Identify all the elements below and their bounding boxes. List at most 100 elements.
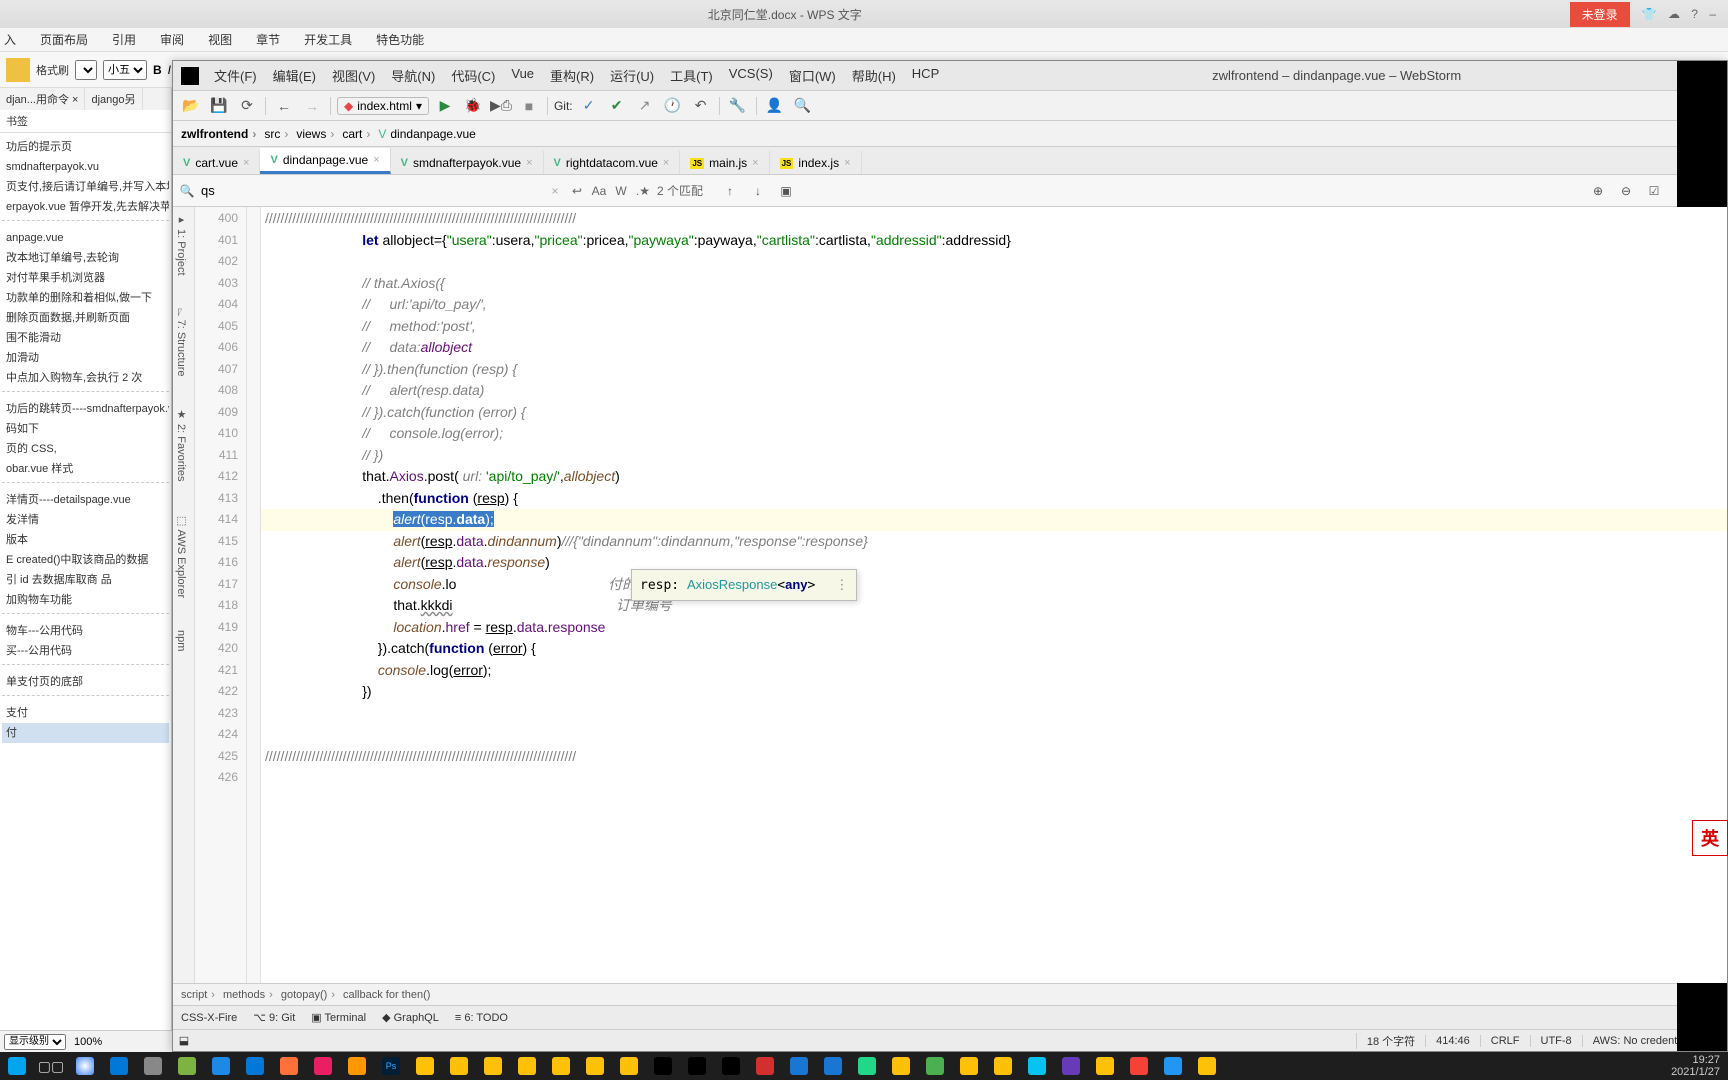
terminal-icon[interactable] — [646, 1052, 680, 1080]
code-crumb-item[interactable]: methods — [223, 989, 277, 1001]
code-crumb-item[interactable]: script — [181, 989, 219, 1001]
code-editor[interactable]: ////////////////////////////////////////… — [261, 207, 1727, 983]
font-size-select[interactable]: 小五 — [103, 60, 147, 80]
menu-dash-icon[interactable]: – — [1705, 7, 1720, 21]
wps-menu-item[interactable]: 特色功能 — [376, 31, 424, 48]
pycharm-icon[interactable] — [850, 1052, 884, 1080]
tab-close-icon[interactable]: × — [526, 157, 532, 169]
tab-close-icon[interactable]: × — [752, 157, 758, 169]
select-occurrences-icon[interactable]: ☑ — [1643, 180, 1665, 202]
forward-icon[interactable]: → — [300, 94, 324, 118]
outline-item[interactable]: 围不能滑动 — [2, 328, 169, 348]
editor-tab[interactable]: Vdindanpage.vue× — [260, 148, 390, 174]
favorites-tool-button[interactable]: ★ 2: Favorites — [173, 402, 190, 488]
coverage-icon[interactable]: ▶⎙ — [489, 94, 513, 118]
regex-icon[interactable]: .★ — [635, 184, 651, 198]
status-caret-pos[interactable]: 414:46 — [1425, 1035, 1480, 1047]
ws-menu-item[interactable]: HCP — [905, 66, 946, 85]
outline-item[interactable]: 删除页面数据,并刷新页面 — [2, 308, 169, 328]
avatar-icon[interactable]: 👤 — [763, 94, 787, 118]
wps-menu-item[interactable]: 入 — [4, 31, 16, 48]
folder-icon[interactable] — [986, 1052, 1020, 1080]
outline-item[interactable]: 功后的跳转页----smdnafterpayok.vue — [2, 399, 169, 419]
app-icon[interactable] — [340, 1052, 374, 1080]
ws-menu-item[interactable]: VCS(S) — [722, 66, 780, 85]
chrome-icon[interactable] — [68, 1052, 102, 1080]
tab-close-icon[interactable]: × — [373, 154, 379, 166]
save-icon[interactable]: 💾 — [207, 94, 231, 118]
outline-item[interactable]: 物车---公用代码 — [2, 621, 169, 641]
task-view-icon[interactable]: ▢▢ — [34, 1052, 68, 1080]
wps-login-button[interactable]: 未登录 — [1570, 2, 1630, 27]
folder-icon[interactable] — [578, 1052, 612, 1080]
outline-item[interactable]: 发洋情 — [2, 510, 169, 530]
bottom-tab[interactable]: ≡ 6: TODO — [455, 1012, 508, 1024]
folder-icon[interactable] — [544, 1052, 578, 1080]
outline-item[interactable]: 洋情页----detailspage.vue — [2, 490, 169, 510]
open-icon[interactable]: 📂 — [179, 94, 203, 118]
editor-tab[interactable]: Vcart.vue× — [173, 151, 260, 174]
project-tool-button[interactable]: ▸ 1: Project — [173, 207, 190, 282]
outline-item[interactable]: 支付 — [2, 703, 169, 723]
ws-menu-item[interactable]: 重构(R) — [543, 66, 601, 85]
folder-icon[interactable] — [408, 1052, 442, 1080]
wps-doc-tab[interactable]: django另 — [85, 88, 142, 110]
history-icon[interactable]: ↩ — [569, 184, 585, 198]
remove-selection-icon[interactable]: ⊖ — [1615, 180, 1637, 202]
outline-item[interactable]: 单支付页的底部 — [2, 672, 169, 692]
outline-item[interactable]: 买---公用代码 — [2, 641, 169, 661]
wps-menu-item[interactable]: 引用 — [112, 31, 136, 48]
wps-doc-tab[interactable]: djan...用命令 × — [0, 88, 85, 110]
outline-item[interactable]: 页支付,接后请订单编号,并写入本地 — [2, 177, 169, 197]
outline-item[interactable]: erpayok.vue 暂停开发,先去解决苹果浏览 — [2, 197, 169, 217]
back-icon[interactable]: ← — [272, 94, 296, 118]
tab-close-icon[interactable]: × — [243, 157, 249, 169]
ws-menu-item[interactable]: 工具(T) — [663, 66, 720, 85]
bold-button[interactable]: B — [153, 63, 162, 77]
npm-tool-button[interactable]: npm — [173, 624, 189, 657]
status-encoding[interactable]: UTF-8 — [1530, 1035, 1582, 1047]
git-update-icon[interactable]: ✓ — [577, 94, 601, 118]
ws-menu-item[interactable]: 视图(V) — [325, 66, 382, 85]
settings-icon[interactable]: 🔧 — [726, 94, 750, 118]
photoshop-icon[interactable]: Ps — [374, 1052, 408, 1080]
crumb-item[interactable]: zwlfrontend — [181, 127, 260, 141]
ws-menu-item[interactable]: Vue — [504, 66, 541, 85]
debug-icon[interactable]: 🐞 — [461, 94, 485, 118]
italic-button[interactable]: I — [168, 63, 171, 77]
app-icon[interactable] — [816, 1052, 850, 1080]
outline-item[interactable]: 对付苹果手机浏览器 — [2, 268, 169, 288]
app-icon[interactable] — [1156, 1052, 1190, 1080]
select-all-icon[interactable]: ▣ — [775, 180, 797, 202]
refresh-icon[interactable]: ⟳ — [235, 94, 259, 118]
git-push-icon[interactable]: ↗ — [633, 94, 657, 118]
app-icon[interactable] — [1054, 1052, 1088, 1080]
app-icon[interactable] — [136, 1052, 170, 1080]
app-icon[interactable] — [748, 1052, 782, 1080]
wps-menu-item[interactable]: 审阅 — [160, 31, 184, 48]
app-icon[interactable] — [170, 1052, 204, 1080]
tab-close-icon[interactable]: × — [844, 157, 850, 169]
bottom-tab[interactable]: ◆ GraphQL — [382, 1011, 439, 1024]
app-icon[interactable] — [102, 1052, 136, 1080]
next-match-icon[interactable]: ↓ — [747, 180, 769, 202]
ws-menu-item[interactable]: 文件(F) — [207, 66, 264, 85]
editor-tab[interactable]: JSindex.js× — [770, 151, 862, 174]
editor-tab[interactable]: Vrightdatacom.vue× — [544, 151, 681, 174]
ws-menu-item[interactable]: 导航(N) — [384, 66, 442, 85]
edge-icon[interactable] — [238, 1052, 272, 1080]
undo-icon[interactable]: ↶ — [689, 94, 713, 118]
font-family-select[interactable] — [75, 60, 97, 80]
folder-icon[interactable] — [1088, 1052, 1122, 1080]
tab-close-icon[interactable]: × — [663, 157, 669, 169]
ws-menu-item[interactable]: 窗口(W) — [782, 66, 843, 85]
status-collapse-icon[interactable]: ⬓ — [173, 1034, 195, 1047]
wps-menu-item[interactable]: 视图 — [208, 31, 232, 48]
status-line-sep[interactable]: CRLF — [1480, 1035, 1530, 1047]
folder-icon[interactable] — [612, 1052, 646, 1080]
aws-explorer-tool-button[interactable]: ⬚ AWS Explorer — [173, 508, 190, 604]
outline-item[interactable]: 码如下 — [2, 419, 169, 439]
git-commit-icon[interactable]: ✔ — [605, 94, 629, 118]
run-icon[interactable]: ▶ — [433, 94, 457, 118]
ie-icon[interactable] — [204, 1052, 238, 1080]
